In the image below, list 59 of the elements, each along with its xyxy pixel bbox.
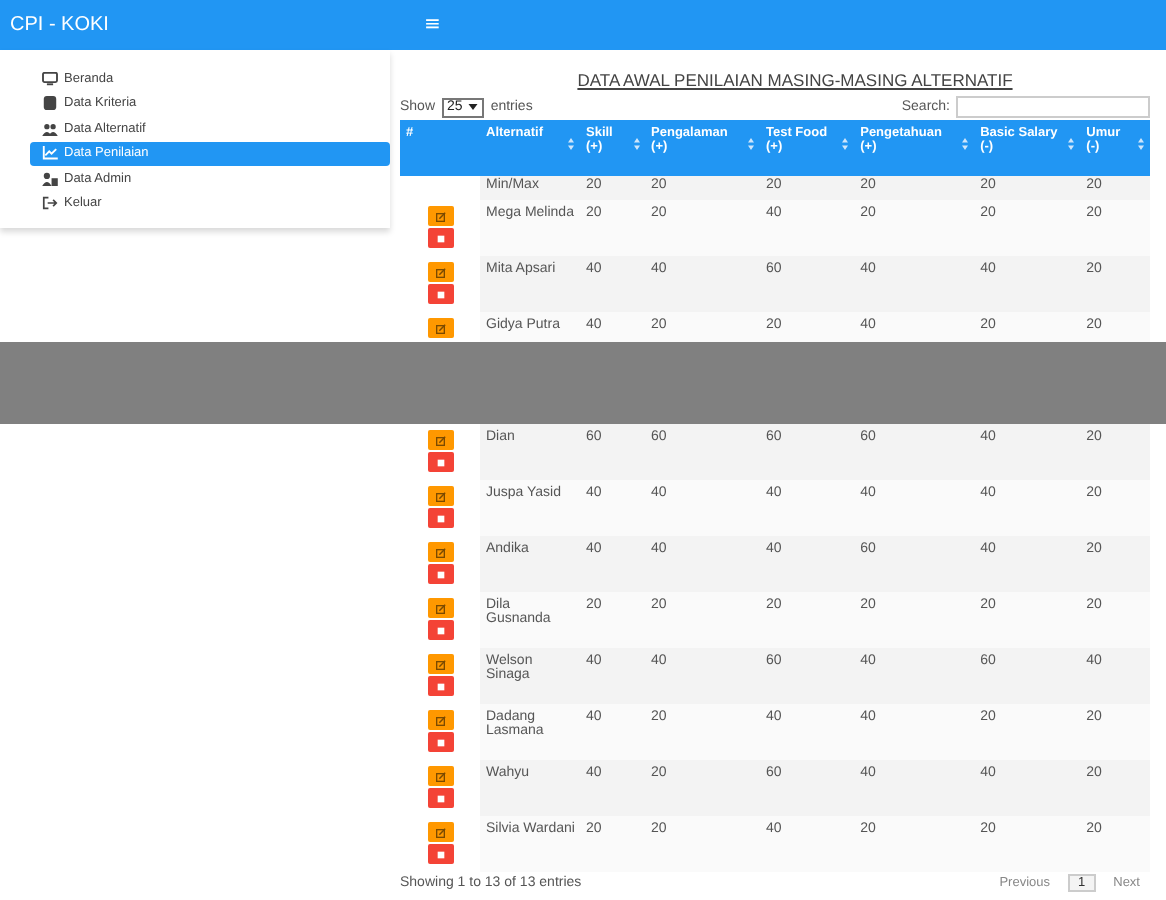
edit-button[interactable]	[427, 654, 453, 674]
edit-button[interactable]	[427, 542, 453, 562]
sort-icon	[747, 138, 754, 150]
edit-icon	[435, 267, 445, 277]
edit-button[interactable]	[427, 262, 453, 282]
delete-button[interactable]	[427, 844, 453, 864]
sort-icon	[568, 138, 574, 150]
sort-icon	[842, 138, 849, 150]
delete-button[interactable]	[427, 788, 453, 808]
square-icon	[435, 625, 445, 635]
square-icon	[435, 849, 445, 859]
users-icon	[42, 121, 58, 136]
edit-button[interactable]	[427, 206, 453, 226]
edit-button[interactable]	[427, 822, 453, 842]
edit-icon	[435, 659, 445, 669]
edit-icon	[435, 211, 445, 221]
delete-button[interactable]	[427, 284, 453, 304]
edit-button[interactable]	[427, 430, 453, 450]
search-field[interactable]	[956, 96, 1150, 118]
sort-icon	[1138, 138, 1144, 150]
delete-button[interactable]	[427, 508, 453, 528]
delete-button[interactable]	[427, 228, 453, 248]
edit-button[interactable]	[427, 486, 453, 506]
edit-icon	[435, 827, 445, 837]
monitor-icon	[42, 71, 58, 86]
edit-icon	[435, 715, 445, 725]
edit-icon	[435, 435, 445, 445]
edit-icon	[435, 547, 445, 557]
delete-button[interactable]	[427, 452, 453, 472]
square-icon	[435, 737, 445, 747]
edit-icon	[435, 323, 445, 333]
edit-button[interactable]	[427, 318, 453, 338]
page-title: DATA AWAL PENILAIAN MASING-MASING ALTERNATIF	[575, 70, 1015, 90]
edit-icon	[435, 771, 445, 781]
delete-button[interactable]	[427, 620, 453, 640]
square-icon	[435, 681, 445, 691]
delete-button[interactable]	[427, 732, 453, 752]
edit-button[interactable]	[427, 598, 453, 618]
square-icon	[435, 457, 445, 467]
sort-icon	[633, 138, 640, 150]
square-icon	[435, 513, 445, 523]
square-icon	[435, 793, 445, 803]
delete-button[interactable]	[427, 564, 453, 584]
app-title: CPI - KOKI	[8, 14, 111, 36]
caret-icon	[468, 104, 479, 110]
edit-button[interactable]	[427, 710, 453, 730]
sign-out-icon	[42, 196, 58, 211]
sort-icon	[962, 138, 969, 150]
users-icon	[42, 171, 58, 186]
square-icon	[435, 233, 445, 243]
square-icon	[435, 569, 445, 579]
edit-icon	[435, 491, 445, 501]
sort-icon	[1068, 138, 1075, 150]
edit-button[interactable]	[427, 766, 453, 786]
chart-icon	[42, 146, 58, 161]
edit-icon	[435, 603, 445, 613]
square-icon	[435, 289, 445, 299]
menu-button[interactable]: ≡	[424, 14, 441, 36]
delete-button[interactable]	[427, 676, 453, 696]
